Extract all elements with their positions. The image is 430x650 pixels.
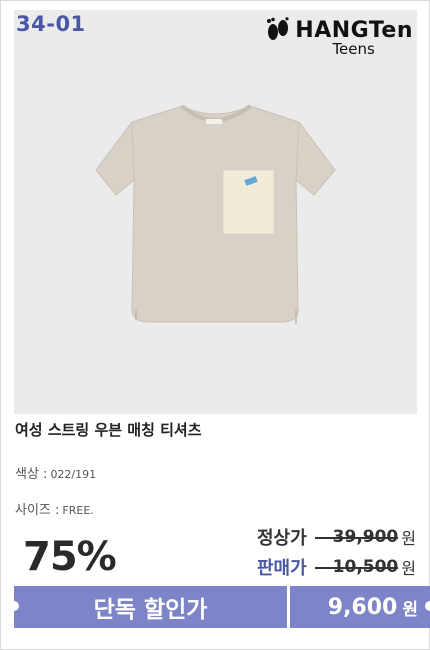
regular-price-value: 39,900: [314, 527, 399, 547]
sale-price-won: 원: [401, 559, 416, 578]
size-row: 사이즈 : FREE.: [15, 499, 94, 518]
color-row: 색상 :022/191: [15, 463, 96, 482]
brand-logo: HANGTen Teens: [266, 17, 413, 58]
bar-notch-left: [9, 601, 19, 611]
exclusive-price-value: 9,600 원: [290, 586, 430, 628]
bar-notch-right: [425, 601, 430, 611]
size-value: FREE.: [62, 504, 94, 517]
brand-name: HANGTen: [295, 17, 413, 43]
color-label: 색상 :: [15, 467, 48, 482]
regular-price-won: 원: [401, 529, 416, 548]
discount-rate: 75%: [23, 534, 117, 580]
product-code: 34-01: [16, 12, 86, 36]
regular-price-row: 정상가 39,900 원: [196, 523, 416, 551]
sale-price-value: 10,500: [314, 557, 399, 577]
color-value: 022/191: [50, 468, 97, 481]
regular-price-label: 정상가: [256, 528, 307, 549]
size-label: 사이즈 :: [15, 503, 60, 518]
sale-price-label: 판매가: [256, 558, 307, 579]
exclusive-price-bar[interactable]: 단독 할인가 9,600 원: [9, 586, 430, 628]
footprints-icon: [267, 17, 289, 40]
sale-price-row: 판매가 10,500 원: [196, 553, 416, 581]
product-card[interactable]: 34-01 HANGTen Teens 여성 스트링 우븐 매칭 티셔츠 색상 …: [0, 0, 430, 650]
product-title[interactable]: 여성 스트링 우븐 매칭 티셔츠: [15, 419, 202, 440]
tshirt-image: [14, 10, 417, 414]
product-photo[interactable]: [14, 10, 417, 414]
exclusive-price-label: 단독 할인가: [9, 586, 287, 628]
